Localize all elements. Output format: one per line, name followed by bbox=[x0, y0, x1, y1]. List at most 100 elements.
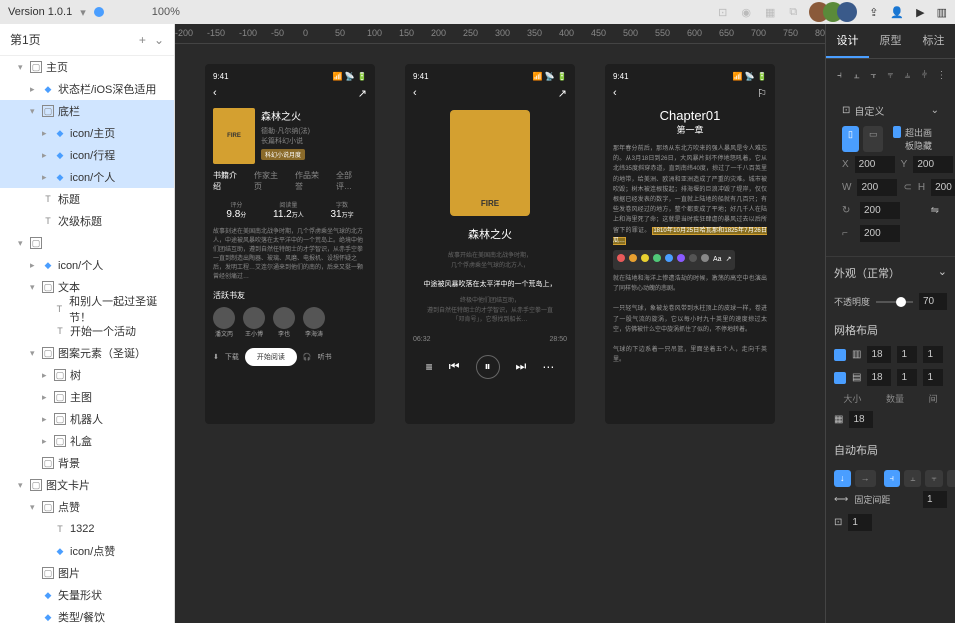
grid-header: 网格布局 bbox=[826, 314, 955, 346]
alignment-row: ⫞ ⫠ ⫟ ⫧ ⫨ ⫩ ⋮ bbox=[826, 59, 955, 91]
layer-item[interactable]: T标题 bbox=[0, 188, 174, 210]
user-add-icon[interactable]: 👤 bbox=[890, 6, 904, 19]
add-page-icon[interactable]: + bbox=[139, 33, 146, 47]
layer-item[interactable]: ▸▢树 bbox=[0, 364, 174, 386]
layer-item[interactable]: ▾▢ bbox=[0, 232, 174, 254]
layer-item[interactable]: ▾▢底栏 bbox=[0, 100, 174, 122]
layer-item[interactable]: T和别人一起过圣诞节！ bbox=[0, 298, 174, 320]
layer-item[interactable]: ▢图片 bbox=[0, 562, 174, 584]
zoom-label[interactable]: 100% bbox=[152, 6, 180, 18]
grid-input[interactable] bbox=[867, 369, 891, 386]
padding-icon: ⊡ bbox=[834, 517, 842, 528]
y-input[interactable] bbox=[913, 156, 953, 173]
artboard-reader[interactable]: 9:41📶 📡 🔋 ‹⚐ Chapter01 第一章 那年春分前后，那场从东北方… bbox=[605, 64, 775, 424]
direction-v[interactable]: ↓ bbox=[834, 470, 851, 487]
autolayout-header: 自动布局 bbox=[826, 434, 955, 466]
layer-item[interactable]: ▸▢礼盒 bbox=[0, 430, 174, 452]
opacity-slider[interactable] bbox=[876, 301, 913, 303]
padding-input[interactable] bbox=[848, 514, 872, 531]
grid-input[interactable] bbox=[867, 346, 891, 363]
grid-input[interactable] bbox=[849, 411, 873, 428]
play-icon[interactable]: ▶ bbox=[916, 6, 924, 19]
layer-item[interactable]: ▸◆icon/行程 bbox=[0, 144, 174, 166]
version-label[interactable]: Version 1.0.1 bbox=[8, 6, 72, 18]
layer-item[interactable]: ◆类型/餐饮 bbox=[0, 606, 174, 623]
layer-item[interactable]: ▸▢主图 bbox=[0, 386, 174, 408]
layer-item[interactable]: ◆icon/点赞 bbox=[0, 540, 174, 562]
justify-end[interactable]: ⫟ bbox=[925, 470, 942, 487]
book-title: 森林之火 bbox=[261, 108, 367, 123]
player-desc: 故事开始在美国南北战争时期，几个俘虏乘坐气球的北方人， bbox=[413, 252, 567, 271]
rotate-input[interactable] bbox=[860, 202, 900, 219]
player-desc2: 终极中他们团结互助，遵到自然任特朗士的才学智识，从赤手空拳一直「邓肯号」，它想找… bbox=[413, 297, 567, 326]
h-input[interactable] bbox=[931, 179, 955, 196]
avatar[interactable] bbox=[837, 2, 857, 22]
grid-row-icon: ▤ bbox=[852, 372, 861, 383]
w-input[interactable] bbox=[857, 179, 897, 196]
page-tab[interactable]: 第1页 + ⌄ bbox=[0, 24, 174, 56]
align-top-icon[interactable]: ⫧ bbox=[885, 67, 896, 83]
layer-item[interactable]: ▢背景 bbox=[0, 452, 174, 474]
layer-item[interactable]: ▸◆icon/个人 bbox=[0, 166, 174, 188]
layer-item[interactable]: T1322 bbox=[0, 518, 174, 540]
grid-input[interactable] bbox=[897, 346, 917, 363]
grid-col-check[interactable] bbox=[834, 349, 846, 361]
grid-input[interactable] bbox=[897, 369, 917, 386]
layer-item[interactable]: ▾▢点赞 bbox=[0, 496, 174, 518]
inspector-tab[interactable]: 原型 bbox=[869, 24, 912, 58]
justify-start[interactable]: ⫞ bbox=[884, 470, 901, 487]
direction-h[interactable]: → bbox=[855, 470, 876, 487]
grid-input[interactable] bbox=[923, 369, 943, 386]
layer-item[interactable]: ▸▢机器人 bbox=[0, 408, 174, 430]
align-right-icon[interactable]: ⫟ bbox=[868, 67, 879, 83]
frame-icon[interactable]: ◉ bbox=[741, 6, 751, 19]
x-input[interactable] bbox=[855, 156, 895, 173]
device-phone[interactable]: ▯ bbox=[842, 126, 859, 152]
dropdown-icon[interactable]: ▾ bbox=[80, 6, 86, 19]
layer-item[interactable]: T次级标题 bbox=[0, 210, 174, 232]
align-center-icon[interactable]: ⫠ bbox=[851, 67, 862, 83]
inspector-tab[interactable]: 设计 bbox=[826, 24, 869, 58]
share-icon[interactable]: ⇪ bbox=[869, 6, 878, 19]
inspector-tab[interactable]: 标注 bbox=[912, 24, 955, 58]
page-menu-icon[interactable]: ⌄ bbox=[154, 33, 164, 47]
layer-item[interactable]: ▾▢图文卡片 bbox=[0, 474, 174, 496]
next-icon: ⏭ bbox=[516, 359, 527, 374]
layer-item[interactable]: ▸◆状态栏/iOS深色适用 bbox=[0, 78, 174, 100]
layer-item[interactable]: ▸◆icon/个人 bbox=[0, 254, 174, 276]
grid-row-check[interactable] bbox=[834, 372, 846, 384]
flip-icon[interactable]: ⇋ bbox=[931, 205, 939, 216]
artboard-player[interactable]: 9:41📶 📡 🔋 ‹↗ FIRE 森林之火 故事开始在美国南北战争时期，几个俘… bbox=[405, 64, 575, 424]
crop-icon[interactable]: ⊡ bbox=[718, 6, 727, 19]
align-bottom-icon[interactable]: ⫩ bbox=[919, 67, 930, 83]
canvas[interactable]: -200-150-100-500501001502002503003504004… bbox=[175, 24, 825, 623]
overflow-check[interactable] bbox=[893, 126, 901, 138]
align-middle-icon[interactable]: ⫨ bbox=[902, 67, 913, 83]
constraint-select[interactable]: ⊡ 自定义 ⌄ bbox=[834, 99, 947, 122]
opacity-input[interactable] bbox=[919, 293, 947, 310]
layer-item[interactable]: ◆矢量形状 bbox=[0, 584, 174, 606]
inspector-tabs: 设计原型标注 bbox=[826, 24, 955, 59]
link-icon[interactable]: ⊂ bbox=[903, 182, 911, 193]
gap-input[interactable] bbox=[923, 491, 947, 508]
chapter-title: 第一章 bbox=[613, 123, 767, 136]
layer-item[interactable]: ▾▢图案元素（圣诞） bbox=[0, 342, 174, 364]
device-landscape[interactable]: ▭ bbox=[863, 126, 884, 152]
status-icons: 📶 📡 🔋 bbox=[733, 72, 767, 81]
radius-input[interactable] bbox=[860, 225, 900, 242]
distribute-icon[interactable]: ⋮ bbox=[936, 67, 947, 83]
align-left-icon[interactable]: ⫞ bbox=[834, 67, 845, 83]
appearance-header[interactable]: 外观（正常）⌄ bbox=[826, 257, 955, 289]
grid-input[interactable] bbox=[923, 346, 943, 363]
justify-between[interactable]: ⋮ bbox=[947, 470, 955, 487]
layer-item[interactable]: ▸◆icon/主页 bbox=[0, 122, 174, 144]
menu-icon: ≡ bbox=[426, 360, 433, 374]
justify-center[interactable]: ⫠ bbox=[904, 470, 921, 487]
copy-icon[interactable]: ⧉ bbox=[789, 6, 797, 19]
download-label: 下载 bbox=[225, 352, 239, 362]
image-icon[interactable]: ▦ bbox=[765, 6, 775, 19]
artboard-book-detail[interactable]: 9:41📶 📡 🔋 ‹↗ FIRE 森林之火 德勒·凡尔纳(法) 长篇科幻小说 … bbox=[205, 64, 375, 424]
section-title: 活跃书友 bbox=[213, 290, 367, 301]
layer-item[interactable]: ▾▢主页 bbox=[0, 56, 174, 78]
panel-icon[interactable]: ▥ bbox=[937, 6, 947, 19]
